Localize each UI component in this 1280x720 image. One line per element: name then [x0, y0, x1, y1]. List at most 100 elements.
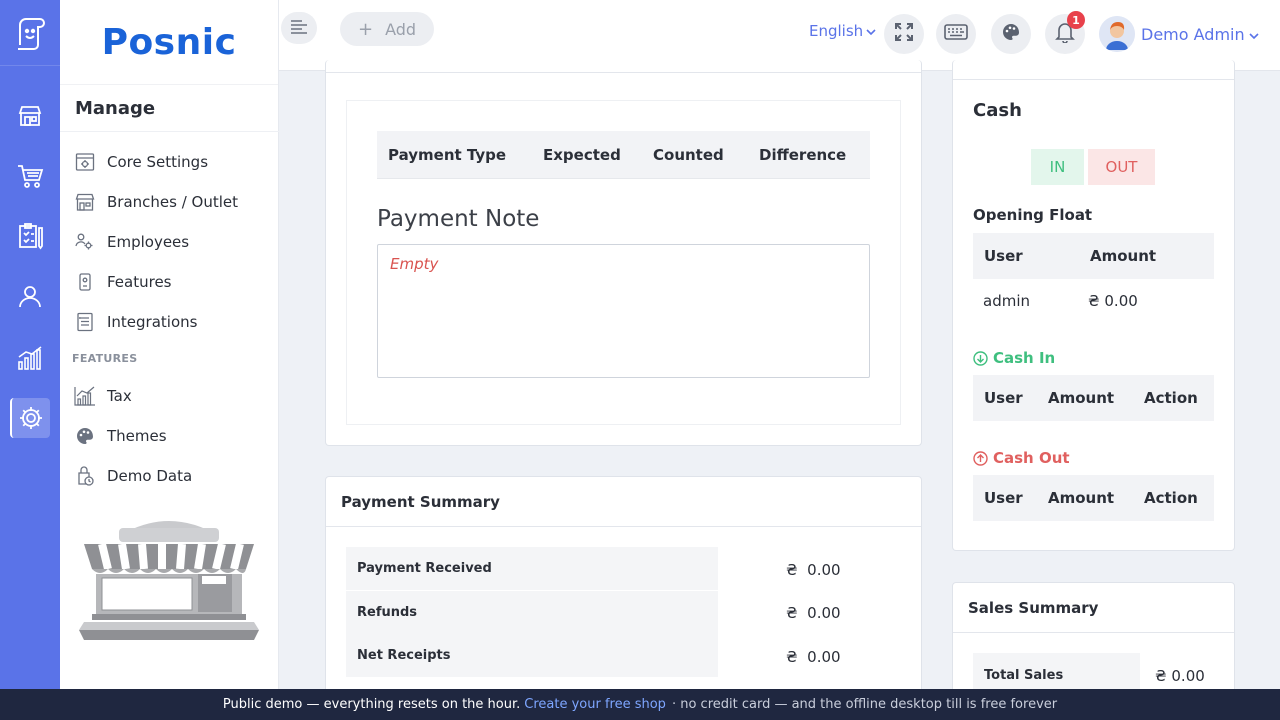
settings-panel-icon [74, 151, 96, 173]
cash-in-title: Cash In [993, 349, 1056, 367]
summary-label: Refunds [357, 605, 418, 620]
app-logo-icon[interactable] [0, 0, 60, 66]
rail-cart-icon[interactable] [10, 156, 50, 196]
sales-summary-title: Sales Summary [953, 583, 1234, 633]
payment-note-input[interactable]: Empty [377, 244, 870, 378]
sidebar-item-label: Demo Data [107, 467, 193, 485]
opening-float-title: Opening Float [973, 206, 1093, 224]
palette-icon [1001, 22, 1021, 46]
tax-chart-icon [74, 385, 96, 407]
palette-icon [74, 425, 96, 447]
cash-in-heading: Cash In [973, 349, 1055, 367]
summary-value: ₴ 0.00 [786, 604, 841, 622]
language-select[interactable]: English [809, 22, 876, 40]
shop-illustration [74, 514, 264, 648]
summary-row: Refunds [346, 591, 718, 634]
summary-row: Total Sales [973, 653, 1140, 693]
table-row: admin ₴ 0.00 [973, 279, 1214, 323]
sidebar-item-themes[interactable]: Themes [74, 423, 167, 449]
sidebar-item-demo-data[interactable]: Demo Data [74, 463, 192, 489]
create-shop-link[interactable]: Create your free shop [524, 697, 666, 712]
employees-icon [74, 231, 96, 253]
cash-in-button[interactable]: IN [1031, 149, 1084, 185]
user-menu[interactable]: Demo Admin [1099, 16, 1259, 52]
fullscreen-button[interactable] [884, 14, 924, 54]
theme-button[interactable] [991, 14, 1031, 54]
chevron-down-icon [866, 22, 876, 40]
rail-analytics-icon[interactable] [10, 338, 50, 378]
rail-gear-icon[interactable] [10, 398, 50, 438]
column-header: Difference [759, 145, 847, 164]
cash-out-heading: Cash Out [973, 449, 1070, 467]
summary-value: ₴ 0.00 [1155, 667, 1205, 685]
hamburger-icon [290, 19, 308, 38]
column-header: Action [1144, 389, 1198, 407]
summary-label: Payment Received [357, 561, 492, 576]
avatar [1099, 16, 1135, 52]
float-amount: ₴ 0.00 [1088, 292, 1138, 310]
column-header: Expected [543, 145, 621, 164]
sidebar-item-label: Features [107, 273, 172, 291]
sidebar-item-features[interactable]: Features [74, 269, 172, 295]
integrations-icon [74, 311, 96, 333]
sidebar-section-title: Manage [75, 98, 156, 119]
arrow-down-circle-icon [973, 350, 988, 366]
store-icon [74, 191, 96, 213]
sidebar-item-core-settings[interactable]: Core Settings [74, 149, 208, 175]
sidebar-item-label: Integrations [107, 313, 198, 331]
demo-data-icon [74, 465, 96, 487]
payment-summary-title: Payment Summary [326, 477, 921, 527]
feature-device-icon [74, 271, 96, 293]
summary-label: Total Sales [984, 668, 1064, 683]
column-header: Payment Type [388, 145, 507, 164]
cash-out-title: Cash Out [993, 449, 1070, 467]
notifications-button[interactable]: 1 [1045, 11, 1085, 54]
icon-rail [0, 0, 60, 720]
column-header: Amount [1048, 389, 1115, 407]
sidebar-item-label: Tax [107, 387, 132, 405]
fullscreen-icon [894, 22, 914, 46]
add-button[interactable]: + Add [340, 12, 434, 46]
user-name: Demo Admin [1141, 24, 1245, 44]
summary-row: Payment Received [346, 547, 718, 590]
sidebar-item-label: Themes [107, 427, 167, 445]
sidebar-item-employees[interactable]: Employees [74, 229, 189, 255]
divider [326, 72, 921, 73]
divider [953, 79, 1234, 80]
summary-label: Net Receipts [357, 648, 451, 663]
notification-badge: 1 [1067, 11, 1085, 29]
demo-banner: Public demo — everything resets on the h… [0, 689, 1280, 720]
banner-subtext: · no credit card — and the offline deskt… [671, 697, 1058, 712]
payment-table-header: Payment Type Expected Counted Difference [377, 131, 870, 179]
sidebar-item-label: Employees [107, 233, 190, 251]
brand-logo[interactable]: Posnic [60, 0, 278, 85]
column-header: Amount [1090, 247, 1157, 265]
divider [60, 131, 279, 132]
banner-text: Public demo — everything resets on the h… [222, 697, 521, 712]
cash-title: Cash [973, 100, 1022, 121]
cash-in-header: User Amount Action [973, 375, 1214, 421]
arrow-up-circle-icon [973, 450, 988, 466]
rail-clipboard-icon[interactable] [10, 216, 50, 256]
sidebar-item-label: Branches / Outlet [107, 193, 239, 211]
sidebar: Posnic Manage Core Settings Branches / O… [60, 0, 279, 689]
menu-toggle-button[interactable] [281, 12, 317, 44]
cash-out-header: User Amount Action [973, 475, 1214, 521]
sidebar-item-branches[interactable]: Branches / Outlet [74, 189, 238, 215]
add-button-label: Add [385, 19, 417, 39]
sidebar-item-label: Core Settings [107, 153, 209, 171]
summary-value: ₴ 0.00 [786, 561, 841, 579]
payment-note-title: Payment Note [377, 206, 540, 232]
column-header: User [984, 247, 1023, 265]
rail-store-icon[interactable] [10, 96, 50, 136]
float-user: admin [983, 292, 1030, 310]
sidebar-item-tax[interactable]: Tax [74, 383, 132, 409]
features-heading: FEATURES [72, 352, 138, 365]
cash-out-button[interactable]: OUT [1088, 149, 1155, 185]
summary-row: Net Receipts [346, 634, 718, 677]
column-header: User [984, 489, 1023, 507]
keyboard-icon [944, 24, 968, 44]
keyboard-button[interactable] [936, 14, 976, 54]
sidebar-item-integrations[interactable]: Integrations [74, 309, 197, 335]
rail-user-icon[interactable] [10, 276, 50, 316]
